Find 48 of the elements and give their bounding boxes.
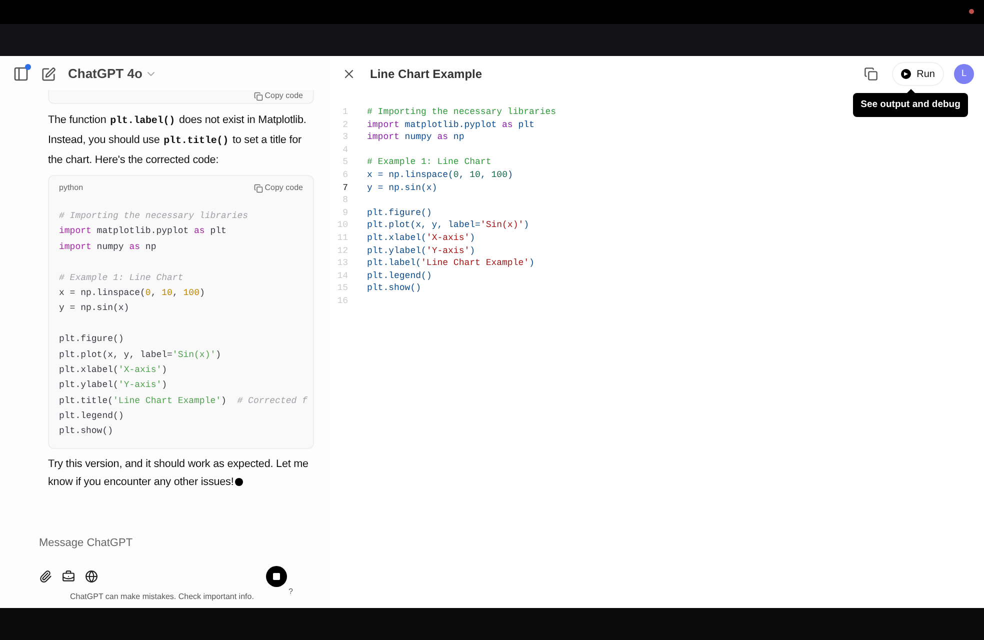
copy-icon <box>254 184 263 192</box>
globe-icon[interactable] <box>85 570 98 582</box>
model-selector[interactable]: ChatGPT 4o <box>68 64 158 84</box>
code-line: x = np.linspace(0, 10, 100) <box>59 288 205 298</box>
copy-code-button[interactable]: Copy code <box>254 182 303 194</box>
code-line: # Example 1: Line Chart <box>59 272 184 283</box>
run-button[interactable]: Run <box>892 62 944 86</box>
code-line: import numpy as np <box>367 131 464 144</box>
code-line: plt.ylabel('Y-axis') <box>59 380 168 390</box>
stop-button[interactable] <box>266 566 287 586</box>
code-line: plt.plot(x, y, label='Sin(x)') <box>367 219 530 232</box>
code-line: # Importing the necessary libraries <box>367 106 556 119</box>
code-line: plt.plot(x, y, label='Sin(x)') <box>59 350 222 360</box>
message-input[interactable]: Message ChatGPT <box>39 535 291 551</box>
new-chat-icon[interactable] <box>41 66 56 82</box>
code-line: import matplotlib.pyplot as plt <box>59 226 226 236</box>
copy-code-button[interactable]: Copy code <box>254 90 303 102</box>
copy-icon <box>254 92 263 100</box>
code-line: # Importing the necessary libraries <box>59 211 248 221</box>
sidebar-icon[interactable] <box>13 66 29 82</box>
toolbox-icon[interactable] <box>62 570 75 582</box>
code-line: plt.legend() <box>367 270 432 282</box>
close-icon[interactable] <box>342 67 356 81</box>
code-line: plt.figure() <box>367 206 432 220</box>
code-line: plt.ylabel('Y-axis') <box>367 244 476 258</box>
code-line: plt.show() <box>59 426 114 436</box>
code-language: python <box>59 182 84 194</box>
line-number: 7 <box>342 182 348 194</box>
paperclip-icon[interactable] <box>39 570 52 582</box>
code-line: plt.figure() <box>59 334 124 344</box>
canvas-title: Line Chart Example <box>370 66 482 83</box>
code-line: plt.label('Line Chart Example') <box>367 257 534 270</box>
code-line: import matplotlib.pyplot as plt <box>367 118 534 132</box>
code-line: plt.xlabel('X-axis') <box>59 364 168 375</box>
code-line: y = np.sin(x) <box>367 182 438 194</box>
copy-icon[interactable] <box>864 67 878 81</box>
help-button[interactable]: ? <box>288 586 293 598</box>
disclaimer: ChatGPT can make mistakes. Check important info. <box>70 591 254 603</box>
code-line: plt.xlabel('X-axis') <box>367 232 476 245</box>
code-line: import numpy as np <box>59 242 156 252</box>
code-line: x = np.linspace(0, 10, 100) <box>367 168 513 182</box>
assistant-message: Try this version, and it should work as expected. Let me know if you encounter any other issues! <box>48 456 310 490</box>
code-line: plt.show() <box>367 282 422 295</box>
code-line: # Example 1: Line Chart <box>367 156 492 169</box>
code-line: y = np.sin(x) <box>59 303 130 314</box>
code-line: plt.legend() <box>59 411 124 422</box>
assistant-message: The function plt.label() does not exist in Matplotlib. Instead, you should use plt.title() to set a title for the chart. Here's the corrected code: <box>48 113 308 168</box>
code-line: plt.title('Line Chart Example') # Corrected f <box>59 396 308 406</box>
